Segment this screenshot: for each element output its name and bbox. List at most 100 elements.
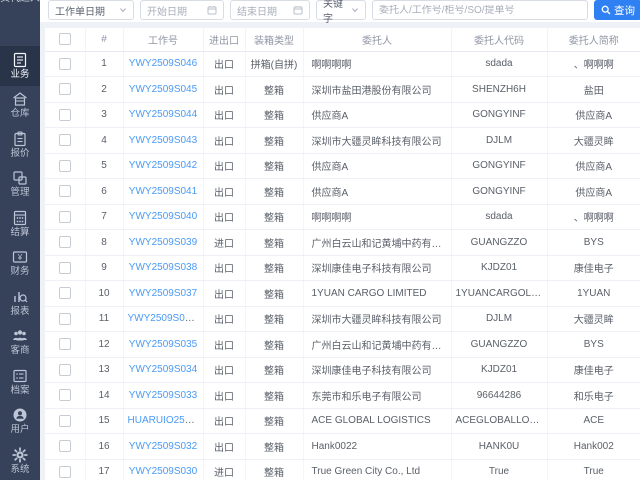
job-number-link[interactable]: YWY2509S044 [129, 109, 197, 120]
box-type-cell: 拼箱(自拼) [245, 51, 303, 77]
sidebar-item-report[interactable]: 报表 [0, 283, 40, 323]
people-icon [12, 328, 28, 344]
row-checkbox-cell [45, 357, 85, 383]
job-number-link[interactable]: YWY2509S033 [129, 390, 197, 401]
sidebar-item-finance[interactable]: ¥财务 [0, 244, 40, 284]
job-number-link[interactable]: YWY2509S042 [129, 160, 197, 171]
table-row: 17YWY2509S030进口整箱True Green City Co., Lt… [45, 459, 640, 480]
sidebar-item-user[interactable]: 用户 [0, 402, 40, 442]
row-checkbox[interactable] [59, 83, 71, 95]
svg-text:¥: ¥ [17, 253, 23, 262]
column-header: # [85, 28, 123, 51]
row-checkbox[interactable] [59, 466, 71, 478]
client-cell: True Green City Co., Ltd [303, 459, 451, 480]
job-number-cell: YWY2509S044 [123, 102, 203, 128]
search-input[interactable] [379, 5, 581, 16]
job-number-link[interactable]: YWY2509S035 [129, 339, 197, 350]
import-export-cell: 出口 [203, 434, 245, 460]
row-checkbox[interactable] [59, 338, 71, 350]
box-type-cell: 整箱 [245, 357, 303, 383]
client-short-cell: 、啊啊啊 [547, 204, 640, 230]
client-cell: 广州白云山和记黄埔中药有限... [303, 230, 451, 256]
row-checkbox[interactable] [59, 389, 71, 401]
table-body: 1YWY2509S046出口拼箱(自拼)啊啊啊啊sdada、啊啊啊2 YWY250… [45, 51, 640, 480]
sidebar-item-manage[interactable]: 管理 [0, 165, 40, 205]
sidebar-item-label: 仓库 [10, 109, 29, 119]
job-number-link[interactable]: YWY2509S045 [129, 84, 197, 95]
row-checkbox[interactable] [59, 58, 71, 70]
client-cell: 深圳市大疆灵眸科技有限公司 [303, 128, 451, 154]
row-checkbox-cell [45, 383, 85, 409]
column-header: 委托人简称 [547, 28, 640, 51]
table-row: 3YWY2509S044出口整箱供应商AGONGYINF供应商A [45, 102, 640, 128]
client-cell: 深圳市大疆灵眸科技有限公司 [303, 306, 451, 332]
end-date-input[interactable]: 结束日期 [230, 0, 310, 20]
row-checkbox[interactable] [59, 287, 71, 299]
row-checkbox[interactable] [59, 364, 71, 376]
box-type-cell: 整箱 [245, 408, 303, 434]
box-type-cell: 整箱 [245, 255, 303, 281]
sidebar-item-label: 系统 [10, 465, 29, 475]
row-checkbox[interactable] [59, 185, 71, 197]
job-number-link[interactable]: HUARUIO2509... [128, 415, 204, 426]
table-row: 1YWY2509S046出口拼箱(自拼)啊啊啊啊sdada、啊啊啊 [45, 51, 640, 77]
sidebar-item-settle[interactable]: 结算 [0, 204, 40, 244]
job-number-link[interactable]: YWY2509S032 [129, 441, 197, 452]
row-checkbox[interactable] [59, 440, 71, 452]
sidebar-item-system[interactable]: 系统 [0, 441, 40, 480]
job-number-link[interactable]: YWY2509S040 [129, 211, 197, 222]
row-checkbox[interactable] [59, 262, 71, 274]
sidebar-item-archive[interactable]: 档案 [0, 362, 40, 402]
start-date-input[interactable]: 开始日期 [140, 0, 224, 20]
job-number-link[interactable]: YWY2509S046 [129, 58, 197, 69]
job-number-link[interactable]: YWY2509S037 [129, 288, 197, 299]
job-number-link[interactable]: YWY2509S043 [129, 135, 197, 146]
list-box-icon [12, 368, 28, 384]
column-header: 委托人 [303, 28, 451, 51]
job-number-link[interactable]: YWY2509S041 [129, 186, 197, 197]
box-type-cell: 整箱 [245, 204, 303, 230]
row-checkbox[interactable] [59, 415, 71, 427]
sidebar-item-customers[interactable]: 客商 [0, 323, 40, 363]
row-checkbox-cell [45, 408, 85, 434]
row-index: 2 [85, 77, 123, 103]
row-checkbox[interactable] [59, 160, 71, 172]
row-checkbox[interactable] [59, 313, 71, 325]
job-number-cell: YWY2509S035 [123, 332, 203, 358]
search-button-label: 查询 [614, 3, 635, 18]
row-checkbox[interactable] [59, 109, 71, 121]
row-index: 4 [85, 128, 123, 154]
box-type-cell: 整箱 [245, 306, 303, 332]
select-all-checkbox[interactable] [59, 33, 71, 45]
client-short-cell: 大疆灵眸 [547, 306, 640, 332]
box-type-cell: 整箱 [245, 179, 303, 205]
client-code-cell: sdada [451, 51, 547, 77]
job-number-link[interactable]: YWY2509S039 [129, 237, 197, 248]
row-checkbox[interactable] [59, 236, 71, 248]
sidebar-item-quote[interactable]: 报价 [0, 125, 40, 165]
sidebar-item-business[interactable]: 业务 [0, 46, 40, 86]
import-export-cell: 出口 [203, 357, 245, 383]
date-type-select[interactable]: 工作单日期 [48, 0, 134, 20]
client-code-cell: GUANGZZO [451, 332, 547, 358]
job-number-link[interactable]: YWY2509S036-1 [128, 313, 204, 324]
client-code-cell: GUANGZZO [451, 230, 547, 256]
client-code-cell: DJLM [451, 128, 547, 154]
keyword-type-select[interactable]: 关键字 [316, 0, 366, 20]
job-number-cell: YWY2509S042 [123, 153, 203, 179]
row-index: 6 [85, 179, 123, 205]
import-export-cell: 出口 [203, 281, 245, 307]
calculator-icon [12, 210, 28, 226]
client-code-cell: sdada [451, 204, 547, 230]
job-number-link[interactable]: YWY2509S038 [129, 262, 197, 273]
client-code-cell: GONGYINF [451, 179, 547, 205]
sidebar-item-warehouse[interactable]: 仓库 [0, 86, 40, 126]
search-button[interactable]: 查询 [594, 0, 640, 20]
sidebar-item-label: 客商 [10, 346, 29, 356]
import-export-cell: 进口 [203, 459, 245, 480]
job-number-cell: YWY2509S040 [123, 204, 203, 230]
row-checkbox[interactable] [59, 134, 71, 146]
job-number-link[interactable]: YWY2509S034 [129, 364, 197, 375]
row-checkbox[interactable] [59, 211, 71, 223]
job-number-link[interactable]: YWY2509S030 [129, 466, 197, 477]
